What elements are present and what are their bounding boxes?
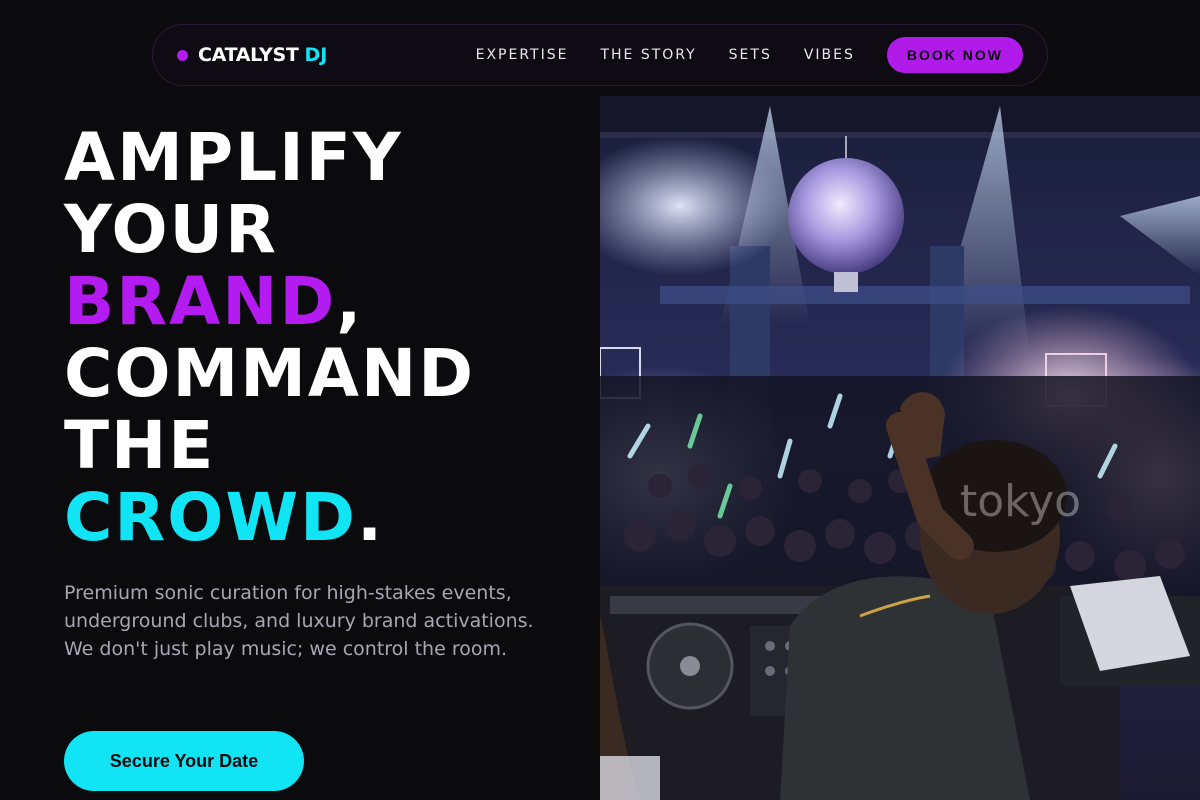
landing-page: CATALYST DJ EXPERTISE THE STORY SETS VIB…	[0, 0, 1200, 800]
headline-comma: ,	[336, 263, 364, 340]
nav-link-sets[interactable]: SETS	[729, 47, 772, 63]
image-watermark: tokyo	[960, 476, 1081, 527]
brand-logo[interactable]: CATALYST DJ	[177, 44, 327, 66]
headline-line-3: BRAND,	[64, 266, 584, 338]
headline-line-2: YOUR	[64, 191, 278, 268]
nav-link-the-story[interactable]: THE STORY	[600, 47, 696, 63]
secure-your-date-button[interactable]: Secure Your Date	[64, 731, 304, 791]
headline-accent-brand: BRAND	[64, 263, 337, 340]
club-scene-illustration: tokyo	[600, 96, 1200, 800]
brand-name: CATALYST	[198, 44, 299, 66]
headline-line-6: CROWD.	[64, 482, 584, 554]
top-navigation: CATALYST DJ EXPERTISE THE STORY SETS VIB…	[152, 24, 1048, 86]
headline-accent-crowd: CROWD	[64, 479, 357, 556]
nav-link-expertise[interactable]: EXPERTISE	[476, 47, 569, 63]
headline-period: .	[356, 479, 385, 556]
dot-icon	[177, 49, 188, 61]
headline-line-4: COMMAND	[64, 335, 475, 412]
nav-links: EXPERTISE THE STORY SETS VIBES BOOK NOW	[476, 37, 1023, 73]
book-now-button[interactable]: BOOK NOW	[886, 37, 1023, 73]
headline-line-1: AMPLIFY	[64, 119, 403, 196]
headline-line-5: THE	[64, 407, 216, 484]
brand-accent: DJ	[304, 44, 328, 66]
hero-headline: AMPLIFY YOUR BRAND, COMMAND THE CROWD.	[64, 122, 584, 554]
nav-link-vibes[interactable]: VIBES	[804, 47, 855, 63]
hero-image: tokyo	[600, 96, 1200, 800]
hero-description: Premium sonic curation for high-stakes e…	[64, 582, 534, 660]
